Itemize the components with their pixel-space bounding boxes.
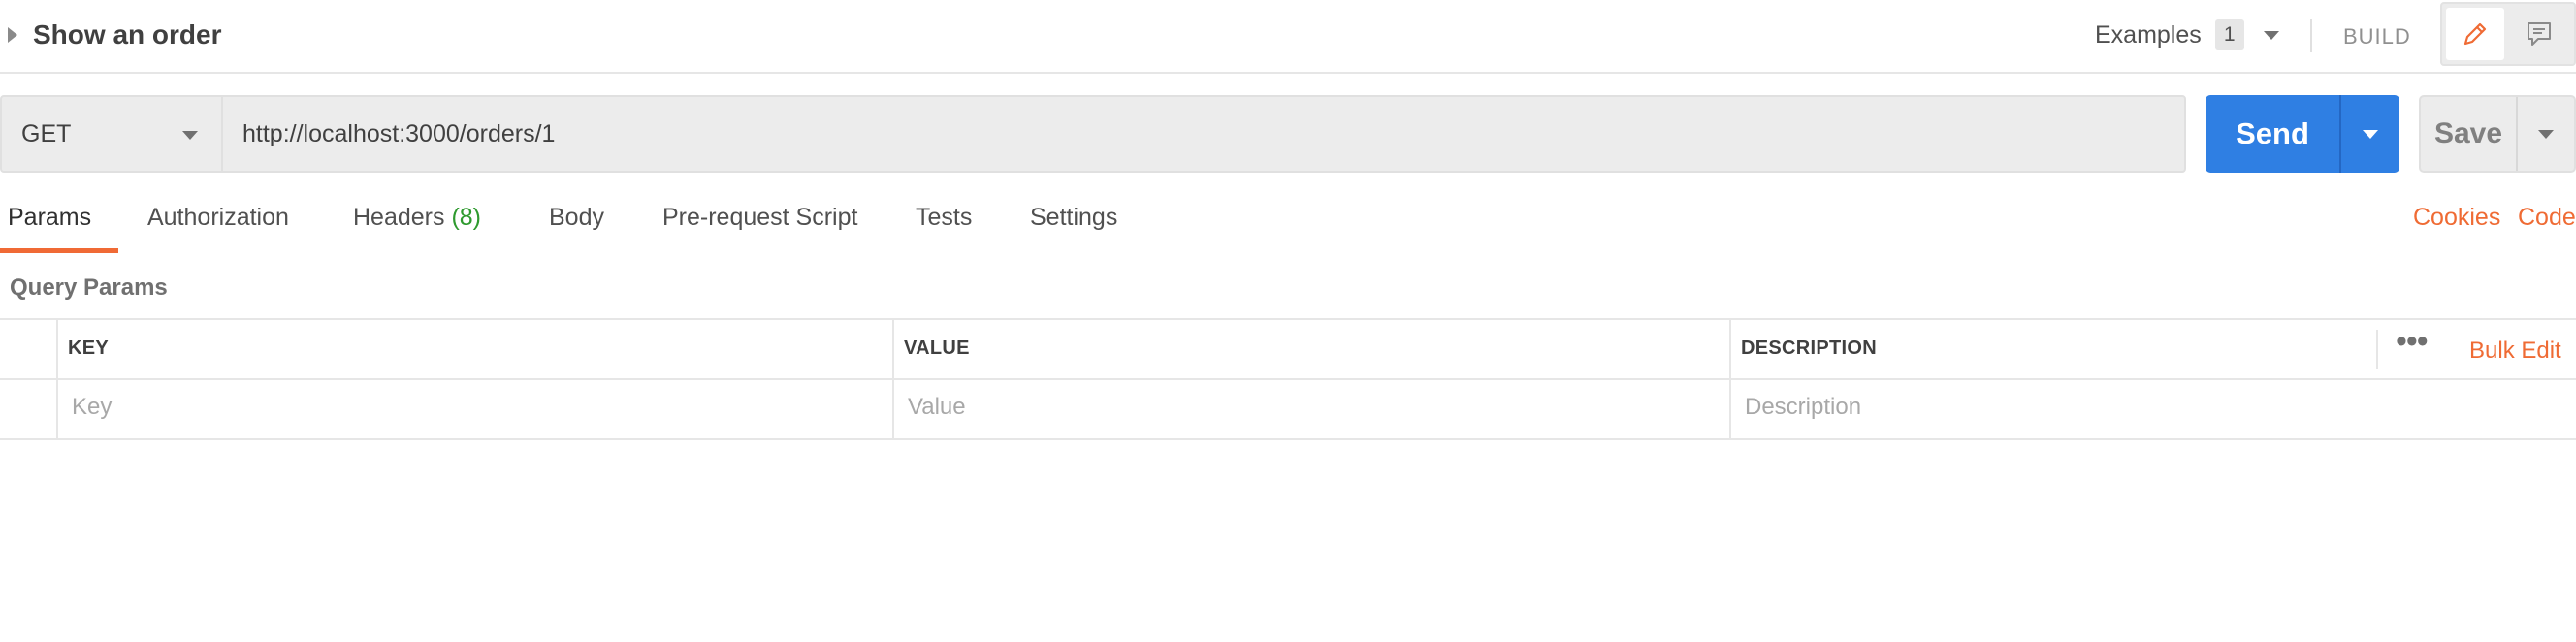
code-link[interactable]: Code bbox=[2518, 204, 2576, 232]
query-params-table: KEY VALUE DESCRIPTION ••• Bulk Edit Key … bbox=[0, 318, 2576, 440]
table-border-top bbox=[0, 318, 2576, 320]
param-key-input[interactable]: Key bbox=[72, 394, 112, 421]
headers-count: (8) bbox=[451, 204, 482, 231]
tab-label: Settings bbox=[1030, 204, 1118, 231]
chevron-down-icon bbox=[2538, 129, 2554, 139]
tab-body[interactable]: Body bbox=[549, 204, 604, 258]
examples-label: Examples bbox=[2095, 20, 2202, 48]
examples-count-badge: 1 bbox=[2214, 19, 2244, 50]
column-divider bbox=[892, 318, 894, 440]
param-description-input[interactable]: Description bbox=[1745, 394, 1861, 421]
tab-label: Authorization bbox=[147, 204, 289, 231]
chevron-down-icon[interactable] bbox=[2263, 30, 2279, 40]
divider bbox=[2310, 19, 2312, 52]
request-title-toggle[interactable]: Show an order bbox=[8, 19, 221, 50]
tab-headers[interactable]: Headers (8) bbox=[353, 204, 481, 258]
comment-icon bbox=[2528, 22, 2551, 46]
chevron-down-icon bbox=[182, 131, 198, 140]
column-divider bbox=[2376, 330, 2378, 369]
method-label: GET bbox=[21, 119, 72, 147]
request-tabs: Params Authorization Headers (8) Body Pr… bbox=[0, 204, 2576, 258]
column-header-key: KEY bbox=[68, 337, 110, 359]
method-select[interactable]: GET bbox=[0, 95, 223, 173]
save-options-button[interactable] bbox=[2518, 97, 2574, 171]
request-title[interactable]: Show an order bbox=[33, 19, 221, 50]
tab-label: Tests bbox=[916, 204, 973, 231]
send-button[interactable]: Send bbox=[2206, 95, 2339, 173]
active-tab-indicator bbox=[0, 248, 118, 253]
bulk-edit-link[interactable]: Bulk Edit bbox=[2469, 337, 2561, 365]
mode-toggle bbox=[2440, 2, 2576, 66]
send-button-group: Send bbox=[2206, 95, 2399, 173]
send-options-button[interactable] bbox=[2341, 95, 2399, 173]
tab-label: Params bbox=[8, 204, 92, 231]
param-value-input[interactable]: Value bbox=[908, 394, 966, 421]
build-label: BUILD bbox=[2343, 24, 2411, 48]
pencil-icon bbox=[2463, 22, 2487, 46]
examples-dropdown[interactable]: Examples 1 bbox=[2095, 19, 2279, 50]
column-divider bbox=[56, 318, 58, 440]
caret-right-icon[interactable] bbox=[8, 27, 17, 43]
url-input[interactable]: http://localhost:3000/orders/1 bbox=[221, 95, 2186, 173]
more-options-icon[interactable]: ••• bbox=[2396, 325, 2429, 358]
cookies-link[interactable]: Cookies bbox=[2413, 204, 2500, 232]
tab-label: Pre-request Script bbox=[662, 204, 858, 231]
request-header: Show an order Examples 1 BUILD bbox=[0, 0, 2576, 74]
save-button[interactable]: Save bbox=[2421, 97, 2516, 171]
comments-mode-button[interactable] bbox=[2510, 8, 2568, 60]
column-divider bbox=[1729, 318, 1731, 440]
tab-label: Headers bbox=[353, 204, 445, 231]
column-header-description: DESCRIPTION bbox=[1741, 337, 1877, 359]
column-header-value: VALUE bbox=[904, 337, 970, 359]
tab-pre-request-script[interactable]: Pre-request Script bbox=[662, 204, 857, 258]
edit-mode-button[interactable] bbox=[2446, 8, 2504, 60]
table-border-bottom bbox=[0, 438, 2576, 440]
tab-label: Body bbox=[549, 204, 604, 231]
tab-tests[interactable]: Tests bbox=[916, 204, 972, 258]
query-params-label: Query Params bbox=[10, 274, 168, 301]
tab-settings[interactable]: Settings bbox=[1030, 204, 1117, 258]
save-button-group: Save bbox=[2419, 95, 2576, 173]
chevron-down-icon bbox=[2363, 129, 2378, 139]
table-header-border bbox=[0, 378, 2576, 380]
tab-authorization[interactable]: Authorization bbox=[147, 204, 289, 258]
